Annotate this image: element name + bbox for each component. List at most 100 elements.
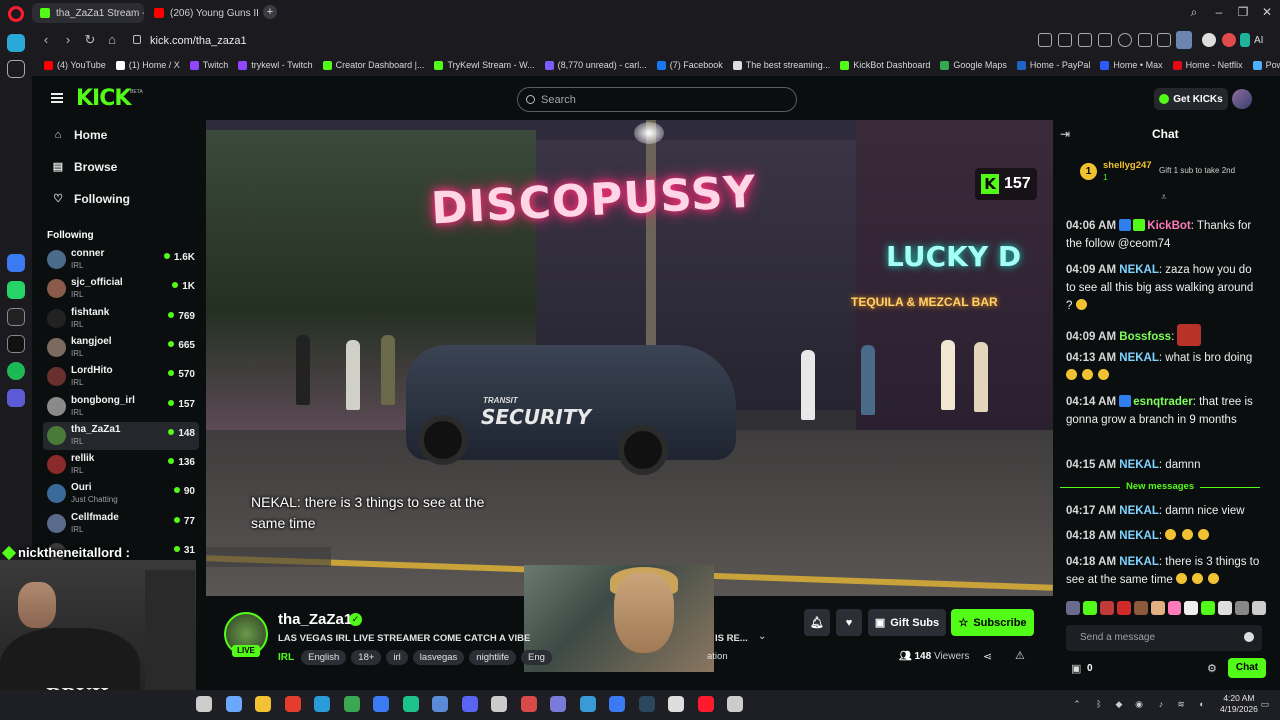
emote-icon[interactable] <box>1218 601 1233 615</box>
forward-button[interactable]: › <box>60 32 76 48</box>
emote-icon[interactable] <box>1066 601 1080 615</box>
gear-icon[interactable]: ⚙ <box>1207 662 1217 675</box>
edge-icon[interactable] <box>314 696 330 712</box>
following-channel-row[interactable]: tha_ZaZa1 IRL 148 <box>43 421 199 450</box>
clock[interactable]: 4:20 AM 4/19/2026 <box>1220 693 1258 715</box>
bookmark-item[interactable]: Powerchat <box>1252 60 1280 70</box>
extension-icon[interactable] <box>1240 33 1250 47</box>
following-channel-row[interactable]: rellik IRL 136 <box>43 451 199 479</box>
notification-icon[interactable]: ▭ <box>1260 699 1270 709</box>
app-icon[interactable] <box>579 696 596 712</box>
following-channel-row[interactable]: LordHito IRL 570 <box>43 363 199 391</box>
restore-button[interactable]: ❐ <box>1236 5 1250 19</box>
following-channel-row[interactable]: conner IRL 1.6K <box>43 246 199 274</box>
tag-chip[interactable]: lasvegas <box>412 650 465 665</box>
chevron-down-icon[interactable]: ⌄ <box>758 631 766 642</box>
search-icon[interactable] <box>196 696 212 712</box>
send-chat-button[interactable]: Chat <box>1228 658 1266 678</box>
extension-icon[interactable] <box>1202 33 1216 47</box>
emote-icon[interactable] <box>1235 601 1250 615</box>
nav-following[interactable]: ♡ Following <box>52 192 130 206</box>
following-channel-row[interactable]: Cellfmade IRL 77 <box>43 510 199 538</box>
heart-icon[interactable] <box>1118 33 1132 47</box>
chat-input[interactable]: Send a message <box>1066 625 1262 651</box>
following-channel-row[interactable]: fishtank IRL 769 <box>43 305 199 333</box>
discord-icon[interactable] <box>461 696 478 712</box>
opera-icon[interactable] <box>697 696 714 712</box>
emote-bar[interactable] <box>1066 601 1267 617</box>
bookmark-item[interactable]: KickBot Dashboard <box>840 60 930 70</box>
bookmark-item[interactable]: TryKewl Stream - W... <box>434 60 535 70</box>
emote-icon[interactable] <box>1184 601 1199 615</box>
extension-icon[interactable] <box>1222 33 1236 47</box>
message-username[interactable]: NEKAL <box>1119 352 1159 364</box>
media-icon[interactable] <box>373 696 389 712</box>
bookmark-item[interactable]: (1) Home / X <box>115 60 180 70</box>
file-explorer-icon[interactable] <box>255 696 271 712</box>
new-tab-button[interactable]: + <box>263 5 277 19</box>
emote-icon[interactable] <box>1116 601 1131 615</box>
ai-button[interactable]: AI <box>1254 35 1263 46</box>
emote-icon[interactable] <box>1150 601 1165 615</box>
whatsapp-icon[interactable] <box>7 281 25 299</box>
emote-icon[interactable] <box>1133 601 1148 615</box>
tiktok-icon[interactable] <box>7 308 25 326</box>
camera-icon[interactable] <box>1058 33 1072 47</box>
gift-subs-button[interactable]: ▣ Gift Subs <box>868 609 946 636</box>
close-window-button[interactable]: ✕ <box>1260 5 1274 19</box>
pip-video[interactable] <box>524 565 714 672</box>
tray-app-icon[interactable]: ◆ <box>1114 699 1124 709</box>
following-channel-row[interactable]: kangjoel IRL 665 <box>43 334 199 362</box>
emote-icon[interactable] <box>1201 601 1216 615</box>
chrome-icon[interactable] <box>343 696 360 712</box>
bookmark-item[interactable]: Home - Netflix <box>1172 60 1243 70</box>
kick-logo[interactable]: KICK <box>76 86 131 111</box>
chevron-down-icon[interactable]: ⩡ <box>1161 192 1167 203</box>
following-channel-row[interactable]: sjc_official IRL 1K <box>43 275 199 303</box>
wifi-icon[interactable]: ≋ <box>1176 699 1186 709</box>
emote-icon[interactable] <box>1167 601 1182 615</box>
message-username[interactable]: esnqtrader <box>1133 396 1192 408</box>
hamburger-menu-icon[interactable] <box>51 93 63 103</box>
search-input[interactable]: Search <box>517 87 797 112</box>
app-icon[interactable] <box>520 696 537 712</box>
volume-icon[interactable]: ◖ <box>1196 699 1206 709</box>
channel-name[interactable]: tha_ZaZa1 <box>278 611 352 628</box>
bookmark-item[interactable]: (4) YouTube <box>44 60 106 70</box>
bookmark-item[interactable]: (8,770 unread) - carl... <box>544 60 647 70</box>
bookmark-item[interactable]: (7) Facebook <box>656 60 723 70</box>
bookmark-item[interactable]: Home • Max <box>1100 60 1163 70</box>
emote-icon[interactable] <box>1099 601 1114 615</box>
back-button[interactable]: ‹ <box>38 32 54 48</box>
tag-chip[interactable]: nightlife <box>469 650 517 665</box>
menu-icon[interactable] <box>1157 33 1171 47</box>
copilot-icon[interactable] <box>225 696 242 712</box>
steam-icon[interactable] <box>638 696 655 712</box>
get-kicks-button[interactable]: Get KICKs <box>1154 88 1228 110</box>
emote-icon[interactable] <box>1082 601 1097 615</box>
pinned-username[interactable]: shellyg247 <box>1103 160 1152 171</box>
microphone-icon[interactable]: ♪ <box>1156 699 1166 709</box>
points-icon[interactable]: ▣ <box>1071 662 1081 675</box>
url-field[interactable]: kick.com/tha_zaza1 <box>150 35 247 47</box>
epic-icon[interactable] <box>668 696 684 712</box>
messenger-icon[interactable] <box>7 254 25 272</box>
tag-chip[interactable]: 18+ <box>351 650 382 665</box>
follow-button[interactable]: ♥ <box>836 609 862 636</box>
bookmark-item[interactable]: The best streaming... <box>732 60 830 70</box>
screenshot-icon[interactable] <box>1078 33 1092 47</box>
share-icon[interactable]: ⋖ <box>983 650 992 663</box>
x-icon[interactable] <box>7 335 25 353</box>
message-username[interactable]: NEKAL <box>1119 530 1159 542</box>
chevron-up-icon[interactable]: ⌃ <box>1072 699 1082 709</box>
category-link[interactable]: IRL <box>278 652 294 663</box>
obs-icon[interactable] <box>491 696 507 712</box>
message-username[interactable]: NEKAL <box>1119 556 1159 568</box>
home-button[interactable]: ⌂ <box>104 32 120 48</box>
browser-tab-active[interactable]: tha_ZaZa1 Stream - Watc <box>32 3 144 23</box>
edit-icon[interactable] <box>1038 33 1052 47</box>
nav-browse[interactable]: ▤ Browse <box>52 160 118 174</box>
reload-button[interactable]: ↻ <box>82 32 98 48</box>
bookmark-item[interactable]: Twitch <box>189 60 228 70</box>
app-icon[interactable] <box>402 696 419 712</box>
